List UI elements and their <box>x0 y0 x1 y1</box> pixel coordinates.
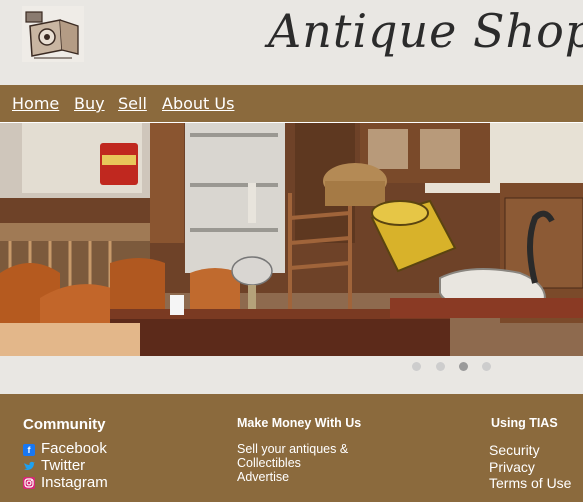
hero-slideshow[interactable] <box>0 123 583 356</box>
sell-antiques-link-line2[interactable]: Collectibles <box>237 456 301 470</box>
make-money-title: Make Money With Us <box>237 416 362 430</box>
site-footer: Community f Facebook Twitter Instagram M… <box>0 394 583 502</box>
privacy-link[interactable]: Privacy <box>489 459 535 475</box>
facebook-icon[interactable]: f <box>23 444 35 456</box>
slide-dot-1[interactable] <box>412 362 421 371</box>
using-tias-title: Using TIAS <box>491 416 558 430</box>
nav-home[interactable]: Home <box>12 94 59 113</box>
slide-dot-2[interactable] <box>436 362 445 371</box>
slide-dot-4[interactable] <box>482 362 491 371</box>
community-title: Community <box>23 416 106 433</box>
camera-logo-icon[interactable] <box>22 6 84 62</box>
advertise-link[interactable]: Advertise <box>237 470 289 484</box>
slide-dot-3[interactable] <box>459 362 468 371</box>
main-nav: Home Buy Sell About Us <box>0 85 583 122</box>
sell-antiques-link-line1[interactable]: Sell your antiques & <box>237 442 348 456</box>
hero-image <box>0 123 583 356</box>
site-header: Antique Shop <box>0 0 583 85</box>
nav-about-us[interactable]: About Us <box>162 94 234 113</box>
twitter-link[interactable]: Twitter <box>41 457 85 474</box>
security-link[interactable]: Security <box>489 442 540 458</box>
twitter-icon[interactable] <box>23 461 35 473</box>
terms-of-use-link[interactable]: Terms of Use <box>489 475 571 491</box>
facebook-link[interactable]: Facebook <box>41 440 107 457</box>
instagram-icon[interactable] <box>23 477 35 489</box>
nav-sell[interactable]: Sell <box>118 94 147 113</box>
nav-buy[interactable]: Buy <box>74 94 105 113</box>
instagram-link[interactable]: Instagram <box>41 474 108 491</box>
slide-indicators <box>0 356 583 394</box>
site-title: Antique Shop <box>268 4 583 58</box>
